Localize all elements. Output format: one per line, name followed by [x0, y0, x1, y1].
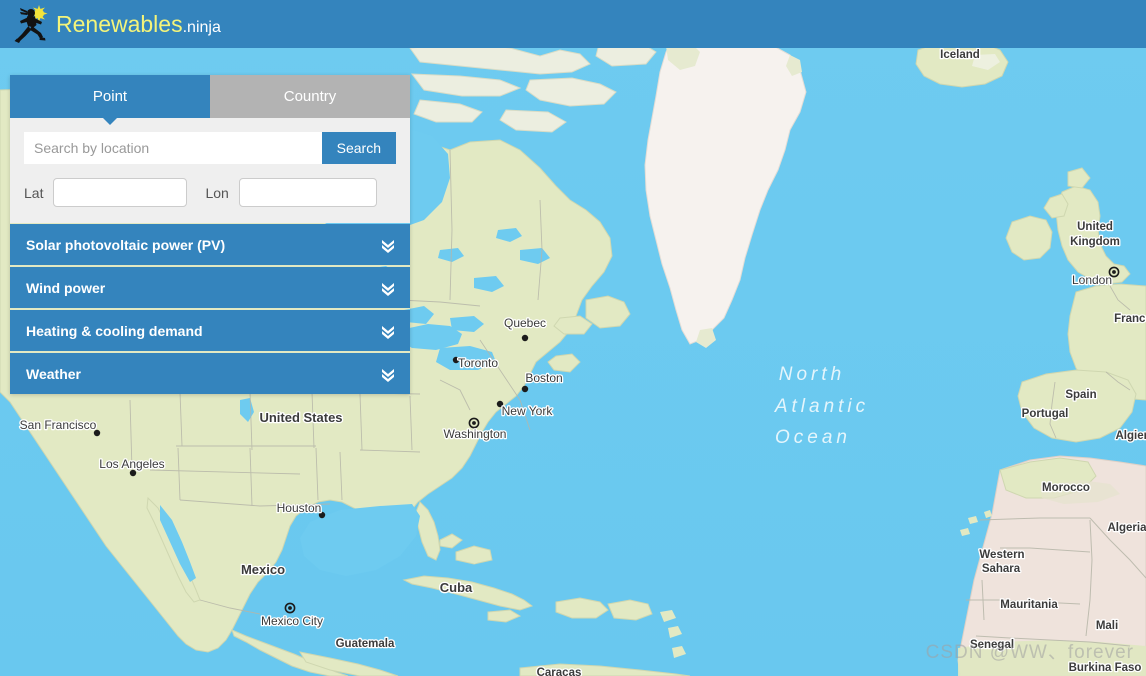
ocean-label-line: Ocean — [775, 427, 851, 448]
city-dot — [129, 469, 137, 477]
lon-input[interactable] — [238, 178, 377, 207]
city-dot — [496, 400, 504, 408]
app-header: Renewables.ninja — [0, 0, 1146, 48]
search-button[interactable]: Search — [321, 132, 396, 164]
brand-suffix: .ninja — [182, 18, 221, 36]
angle-double-down-icon — [380, 279, 396, 297]
angle-double-down-icon — [380, 322, 396, 340]
city-dot — [318, 511, 326, 519]
brand-title: Renewables.ninja — [56, 10, 221, 37]
accordion-item-wind-power[interactable]: Wind power — [10, 267, 410, 308]
lat-label: Lat — [24, 184, 44, 201]
control-panel: Point Country Search Lat Lon Solar photo… — [10, 75, 410, 394]
panel-body: Search Lat Lon — [10, 118, 410, 223]
accordion-item-label: Heating & cooling demand — [26, 322, 203, 339]
accordion: Solar photovoltaic power (PV) Wind power — [10, 224, 410, 394]
capital-dot — [472, 421, 476, 425]
search-row: Search — [24, 132, 396, 164]
accordion-item-heating-cooling[interactable]: Heating & cooling demand — [10, 310, 410, 351]
tab-country[interactable]: Country — [210, 75, 410, 118]
panel-tabs: Point Country — [10, 75, 410, 125]
accordion-item-solar-pv[interactable]: Solar photovoltaic power (PV) — [10, 224, 410, 265]
capital-dot — [288, 606, 292, 610]
ocean-label-line: North — [779, 364, 845, 385]
accordion-item-label: Wind power — [26, 279, 106, 296]
coordinate-row: Lat Lon — [24, 178, 396, 207]
city-dot — [452, 356, 460, 364]
accordion-item-label: Solar photovoltaic power (PV) — [26, 236, 226, 253]
city-dot — [521, 385, 529, 393]
accordion-item-weather[interactable]: Weather — [10, 353, 410, 394]
ninja-sun-logo-icon[interactable] — [12, 4, 50, 44]
watermark-text: CSDN @WW、forever — [925, 642, 1134, 663]
tab-country-label: Country — [283, 88, 337, 105]
app-root: North Atlantic Ocean Iceland United King… — [0, 0, 1146, 676]
angle-double-down-icon — [380, 236, 396, 254]
tab-point-label: Point — [92, 88, 128, 105]
city-dot — [521, 334, 529, 342]
lon-label: Lon — [205, 184, 229, 201]
accordion-item-label: Weather — [26, 365, 81, 382]
brand-name: Renewables — [56, 10, 183, 37]
lat-input[interactable] — [53, 178, 188, 207]
angle-double-down-icon — [380, 365, 396, 383]
city-dot — [93, 429, 101, 437]
search-input[interactable] — [24, 132, 322, 164]
tab-point[interactable]: Point — [10, 75, 210, 125]
ocean-label-line: Atlantic — [774, 396, 869, 417]
capital-dot — [1112, 270, 1116, 274]
